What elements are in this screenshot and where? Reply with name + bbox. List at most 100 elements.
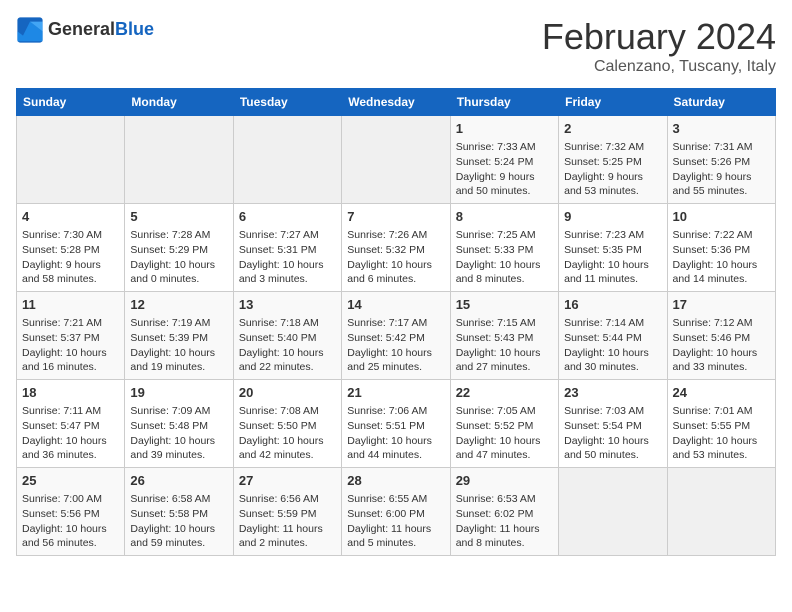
logo-text: GeneralBlue — [48, 20, 154, 40]
weekday-header-row: SundayMondayTuesdayWednesdayThursdayFrid… — [17, 89, 776, 116]
weekday-header-saturday: Saturday — [667, 89, 775, 116]
day-number: 19 — [130, 384, 227, 402]
day-number: 9 — [564, 208, 661, 226]
day-info: Sunrise: 7:15 AM Sunset: 5:43 PM Dayligh… — [456, 316, 553, 375]
day-number: 12 — [130, 296, 227, 314]
day-number: 15 — [456, 296, 553, 314]
title-block: February 2024 Calenzano, Tuscany, Italy — [542, 16, 776, 76]
calendar-cell: 26 Sunrise: 6:58 AM Sunset: 5:58 PM Dayli… — [125, 468, 233, 556]
calendar-cell: 21 Sunrise: 7:06 AM Sunset: 5:51 PM Dayli… — [342, 380, 450, 468]
header: GeneralBlue February 2024 Calenzano, Tus… — [16, 16, 776, 76]
location-title: Calenzano, Tuscany, Italy — [542, 58, 776, 76]
calendar-cell: 25 Sunrise: 7:00 AM Sunset: 5:56 PM Dayli… — [17, 468, 125, 556]
day-number: 21 — [347, 384, 444, 402]
calendar-cell — [342, 116, 450, 204]
day-info: Sunrise: 7:32 AM Sunset: 5:25 PM Dayligh… — [564, 140, 661, 199]
weekday-header-wednesday: Wednesday — [342, 89, 450, 116]
calendar-cell: 13 Sunrise: 7:18 AM Sunset: 5:40 PM Dayli… — [233, 292, 341, 380]
day-info: Sunrise: 6:53 AM Sunset: 6:02 PM Dayligh… — [456, 492, 553, 551]
day-info: Sunrise: 7:01 AM Sunset: 5:55 PM Dayligh… — [673, 404, 770, 463]
day-info: Sunrise: 7:33 AM Sunset: 5:24 PM Dayligh… — [456, 140, 553, 199]
logo: GeneralBlue — [16, 16, 154, 44]
day-info: Sunrise: 7:12 AM Sunset: 5:46 PM Dayligh… — [673, 316, 770, 375]
calendar-cell: 9 Sunrise: 7:23 AM Sunset: 5:35 PM Daylig… — [559, 204, 667, 292]
day-number: 6 — [239, 208, 336, 226]
calendar-cell: 15 Sunrise: 7:15 AM Sunset: 5:43 PM Dayli… — [450, 292, 558, 380]
day-number: 24 — [673, 384, 770, 402]
day-info: Sunrise: 7:27 AM Sunset: 5:31 PM Dayligh… — [239, 228, 336, 287]
weekday-header-tuesday: Tuesday — [233, 89, 341, 116]
calendar-cell: 12 Sunrise: 7:19 AM Sunset: 5:39 PM Dayli… — [125, 292, 233, 380]
calendar-cell — [17, 116, 125, 204]
day-number: 8 — [456, 208, 553, 226]
calendar-cell: 3 Sunrise: 7:31 AM Sunset: 5:26 PM Daylig… — [667, 116, 775, 204]
calendar-cell: 11Sunrise: 7:21 AM Sunset: 5:37 PM Dayli… — [17, 292, 125, 380]
weekday-header-friday: Friday — [559, 89, 667, 116]
day-number: 18 — [22, 384, 119, 402]
day-number: 22 — [456, 384, 553, 402]
day-number: 20 — [239, 384, 336, 402]
day-number: 23 — [564, 384, 661, 402]
calendar-cell: 2Sunrise: 7:32 AM Sunset: 5:25 PM Daylig… — [559, 116, 667, 204]
calendar-cell — [233, 116, 341, 204]
day-number: 10 — [673, 208, 770, 226]
day-number: 5 — [130, 208, 227, 226]
day-info: Sunrise: 7:25 AM Sunset: 5:33 PM Dayligh… — [456, 228, 553, 287]
day-info: Sunrise: 7:08 AM Sunset: 5:50 PM Dayligh… — [239, 404, 336, 463]
calendar-cell: 10 Sunrise: 7:22 AM Sunset: 5:36 PM Dayli… — [667, 204, 775, 292]
weekday-header-sunday: Sunday — [17, 89, 125, 116]
calendar-cell: 20 Sunrise: 7:08 AM Sunset: 5:50 PM Dayli… — [233, 380, 341, 468]
day-info: Sunrise: 7:26 AM Sunset: 5:32 PM Dayligh… — [347, 228, 444, 287]
day-number: 4 — [22, 208, 119, 226]
calendar-cell: 8 Sunrise: 7:25 AM Sunset: 5:33 PM Daylig… — [450, 204, 558, 292]
calendar-cell — [559, 468, 667, 556]
calendar-week-row: 25 Sunrise: 7:00 AM Sunset: 5:56 PM Dayli… — [17, 468, 776, 556]
day-number: 17 — [673, 296, 770, 314]
calendar-week-row: 1 Sunrise: 7:33 AM Sunset: 5:24 PM Daylig… — [17, 116, 776, 204]
day-number: 11 — [22, 296, 119, 314]
calendar-cell: 4 Sunrise: 7:30 AM Sunset: 5:28 PM Daylig… — [17, 204, 125, 292]
day-number: 7 — [347, 208, 444, 226]
day-number: 27 — [239, 472, 336, 490]
day-number: 26 — [130, 472, 227, 490]
day-info: Sunrise: 7:18 AM Sunset: 5:40 PM Dayligh… — [239, 316, 336, 375]
calendar-cell: 24 Sunrise: 7:01 AM Sunset: 5:55 PM Dayli… — [667, 380, 775, 468]
calendar-week-row: 18 Sunrise: 7:11 AM Sunset: 5:47 PM Dayli… — [17, 380, 776, 468]
calendar-cell: 14Sunrise: 7:17 AM Sunset: 5:42 PM Dayli… — [342, 292, 450, 380]
calendar-cell: 5 Sunrise: 7:28 AM Sunset: 5:29 PM Daylig… — [125, 204, 233, 292]
calendar-cell: 29Sunrise: 6:53 AM Sunset: 6:02 PM Dayli… — [450, 468, 558, 556]
day-number: 13 — [239, 296, 336, 314]
calendar-cell: 18 Sunrise: 7:11 AM Sunset: 5:47 PM Dayli… — [17, 380, 125, 468]
calendar-cell: 27 Sunrise: 6:56 AM Sunset: 5:59 PM Dayli… — [233, 468, 341, 556]
calendar-week-row: 11Sunrise: 7:21 AM Sunset: 5:37 PM Dayli… — [17, 292, 776, 380]
weekday-header-monday: Monday — [125, 89, 233, 116]
calendar-cell: 16Sunrise: 7:14 AM Sunset: 5:44 PM Dayli… — [559, 292, 667, 380]
day-info: Sunrise: 6:56 AM Sunset: 5:59 PM Dayligh… — [239, 492, 336, 551]
calendar-cell: 7 Sunrise: 7:26 AM Sunset: 5:32 PM Daylig… — [342, 204, 450, 292]
day-info: Sunrise: 7:03 AM Sunset: 5:54 PM Dayligh… — [564, 404, 661, 463]
day-number: 28 — [347, 472, 444, 490]
day-info: Sunrise: 7:11 AM Sunset: 5:47 PM Dayligh… — [22, 404, 119, 463]
day-info: Sunrise: 7:06 AM Sunset: 5:51 PM Dayligh… — [347, 404, 444, 463]
day-number: 1 — [456, 120, 553, 138]
day-number: 3 — [673, 120, 770, 138]
day-info: Sunrise: 7:22 AM Sunset: 5:36 PM Dayligh… — [673, 228, 770, 287]
day-info: Sunrise: 7:00 AM Sunset: 5:56 PM Dayligh… — [22, 492, 119, 551]
calendar-cell: 17 Sunrise: 7:12 AM Sunset: 5:46 PM Dayli… — [667, 292, 775, 380]
day-info: Sunrise: 6:58 AM Sunset: 5:58 PM Dayligh… — [130, 492, 227, 551]
calendar-week-row: 4 Sunrise: 7:30 AM Sunset: 5:28 PM Daylig… — [17, 204, 776, 292]
weekday-header-thursday: Thursday — [450, 89, 558, 116]
day-info: Sunrise: 7:19 AM Sunset: 5:39 PM Dayligh… — [130, 316, 227, 375]
calendar-cell — [667, 468, 775, 556]
day-info: Sunrise: 7:31 AM Sunset: 5:26 PM Dayligh… — [673, 140, 770, 199]
calendar-cell: 28Sunrise: 6:55 AM Sunset: 6:00 PM Dayli… — [342, 468, 450, 556]
day-info: Sunrise: 7:23 AM Sunset: 5:35 PM Dayligh… — [564, 228, 661, 287]
day-number: 14 — [347, 296, 444, 314]
month-title: February 2024 — [542, 16, 776, 58]
day-info: Sunrise: 7:30 AM Sunset: 5:28 PM Dayligh… — [22, 228, 119, 287]
day-number: 25 — [22, 472, 119, 490]
logo-icon — [16, 16, 44, 44]
day-info: Sunrise: 7:28 AM Sunset: 5:29 PM Dayligh… — [130, 228, 227, 287]
calendar-cell: 6 Sunrise: 7:27 AM Sunset: 5:31 PM Daylig… — [233, 204, 341, 292]
calendar-cell: 19Sunrise: 7:09 AM Sunset: 5:48 PM Dayli… — [125, 380, 233, 468]
